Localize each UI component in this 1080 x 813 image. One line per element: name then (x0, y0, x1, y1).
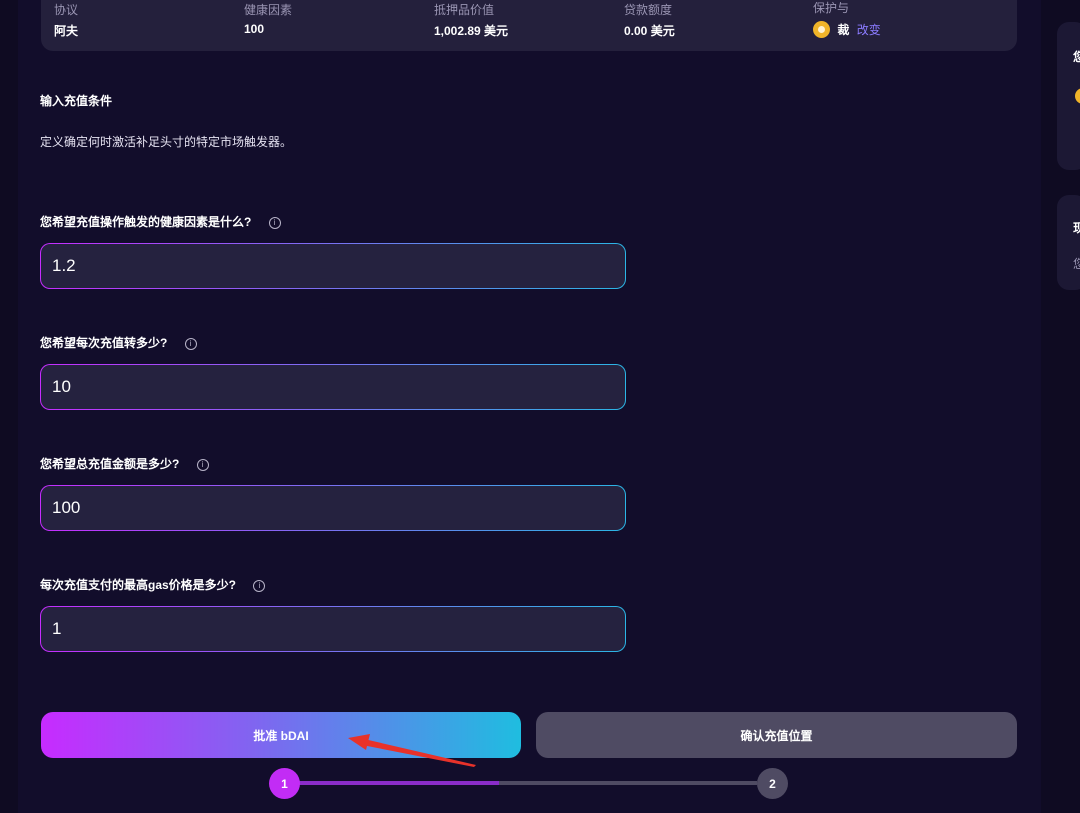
summary-health-factor-label: 健康因素 (244, 3, 293, 17)
summary-protocol-value: 阿夫 (54, 24, 79, 38)
field-label-per-recharge: 您希望每次充值转多少? i (40, 334, 197, 351)
section-title: 输入充值条件 (40, 94, 113, 108)
coin-icon (1075, 88, 1080, 104)
summary-health-factor-value: 100 (244, 22, 265, 36)
side-card-title: 您 (1073, 50, 1080, 64)
field-label-text: 每次充值支付的最高gas价格是多少? (40, 578, 237, 592)
field-label-text: 您希望每次充值转多少? (40, 336, 168, 350)
info-icon[interactable]: i (268, 217, 281, 229)
info-icon[interactable]: i (184, 338, 197, 350)
step-2-indicator: 2 (757, 768, 788, 799)
section-description: 定义确定何时激活补足头寸的特定市场触发器。 (40, 135, 293, 149)
change-link[interactable]: 改变 (857, 23, 881, 37)
step-progress-filled (299, 781, 499, 785)
summary-loan-value: 0.00 美元 (624, 24, 675, 38)
trigger-health-factor-input[interactable] (41, 244, 625, 288)
summary-collateral-value: 1,002.89 美元 (434, 24, 509, 38)
info-icon[interactable]: i (196, 459, 209, 471)
step-1-indicator: 1 (269, 768, 300, 799)
step-progress-track (499, 781, 757, 785)
field-border (40, 243, 626, 289)
max-gas-price-input[interactable] (41, 607, 625, 651)
summary-loan-label: 贷款额度 (624, 3, 673, 17)
side-card-text: 您 (1073, 257, 1080, 271)
total-recharge-amount-input[interactable] (41, 486, 625, 530)
field-label-text: 您希望充值操作触发的健康因素是什么? (40, 215, 252, 229)
side-card-title: 现 (1073, 221, 1080, 235)
field-border (40, 606, 626, 652)
field-label-trigger-health: 您希望充值操作触发的健康因素是什么? i (40, 213, 281, 230)
field-border (40, 364, 626, 410)
summary-protocol-label: 协议 (54, 3, 79, 17)
confirm-recharge-button[interactable]: 确认充值位置 (536, 712, 1017, 758)
annotation-arrow-icon (348, 734, 476, 767)
info-icon[interactable]: i (253, 580, 266, 592)
field-label-text: 您希望总充值金额是多少? (40, 457, 180, 471)
annotation-arrow-shaft (362, 739, 476, 767)
side-card-current: 现 您 (1057, 195, 1080, 290)
per-recharge-amount-input[interactable] (41, 365, 625, 409)
field-label-total-recharge: 您希望总充值金额是多少? i (40, 455, 209, 472)
coin-icon (813, 21, 830, 39)
position-summary-card: 协议 阿夫 健康因素 100 抵押品价值 1,002.89 美元 贷款额度 0.… (41, 0, 1017, 51)
field-label-max-gas: 每次充值支付的最高gas价格是多少? i (40, 576, 266, 593)
summary-protect-value: 裁 (837, 23, 850, 37)
summary-protect-label: 保护与 (813, 1, 850, 15)
summary-collateral-label: 抵押品价值 (434, 3, 495, 17)
side-card-protection: 您 (1057, 22, 1080, 170)
field-border (40, 485, 626, 531)
summary-protect-value-row: 裁 改变 (813, 21, 881, 39)
